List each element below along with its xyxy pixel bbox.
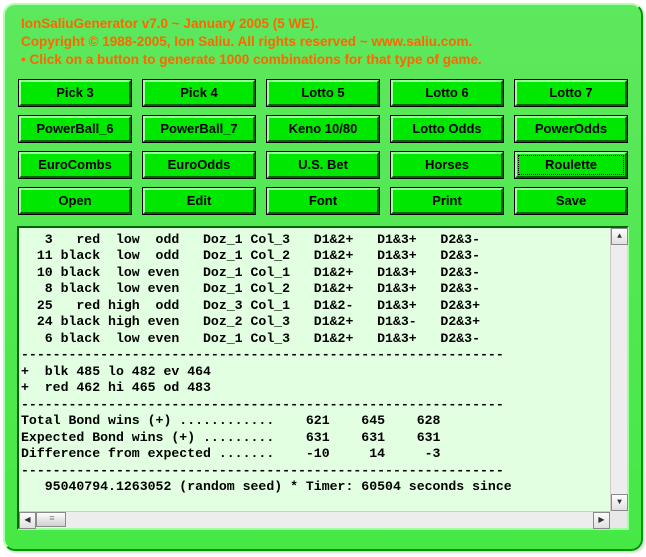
edit-button[interactable]: Edit xyxy=(143,188,255,214)
hscroll-track[interactable] xyxy=(66,512,593,528)
roulette-button[interactable]: Roulette xyxy=(515,152,627,178)
power-odds-button[interactable]: PowerOdds xyxy=(515,116,627,142)
pick-4-button[interactable]: Pick 4 xyxy=(143,80,255,106)
button-grid: Pick 3 Pick 4 Lotto 5 Lotto 6 Lotto 7 Po… xyxy=(17,80,629,214)
powerball-6-button[interactable]: PowerBall_6 xyxy=(19,116,131,142)
lotto-odds-button[interactable]: Lotto Odds xyxy=(391,116,503,142)
euro-odds-button[interactable]: EuroOdds xyxy=(143,152,255,178)
lotto-5-button[interactable]: Lotto 5 xyxy=(267,80,379,106)
hscroll-thumb[interactable]: ≡ xyxy=(36,512,66,527)
horses-button[interactable]: Horses xyxy=(391,152,503,178)
vscroll-track[interactable] xyxy=(611,245,627,494)
euro-combs-button[interactable]: EuroCombs xyxy=(19,152,131,178)
save-button[interactable]: Save xyxy=(515,188,627,214)
header-line-2: Copyright © 1988-2005, Ion Saliu. All ri… xyxy=(21,33,629,51)
app-window: IonSaliuGenerator v7.0 ~ January 2005 (5… xyxy=(3,3,643,551)
open-button[interactable]: Open xyxy=(19,188,131,214)
output-text: 3 red low odd Doz_1 Col_3 D1&2+ D1&3+ D2… xyxy=(19,228,609,510)
print-button[interactable]: Print xyxy=(391,188,503,214)
output-panel: 3 red low odd Doz_1 Col_3 D1&2+ D1&3+ D2… xyxy=(17,226,629,530)
us-bet-button[interactable]: U.S. Bet xyxy=(267,152,379,178)
keno-10-80-button[interactable]: Keno 10/80 xyxy=(267,116,379,142)
header-line-1: IonSaliuGenerator v7.0 ~ January 2005 (5… xyxy=(21,15,629,33)
horizontal-scrollbar[interactable]: ◀ ≡ ▶ xyxy=(19,511,610,528)
scroll-right-icon[interactable]: ▶ xyxy=(593,512,610,529)
lotto-6-button[interactable]: Lotto 6 xyxy=(391,80,503,106)
header-line-3: • Click on a button to generate 1000 com… xyxy=(21,51,629,69)
scroll-up-icon[interactable]: ▲ xyxy=(611,228,628,245)
scroll-down-icon[interactable]: ▼ xyxy=(611,494,628,511)
powerball-7-button[interactable]: PowerBall_7 xyxy=(143,116,255,142)
lotto-7-button[interactable]: Lotto 7 xyxy=(515,80,627,106)
header: IonSaliuGenerator v7.0 ~ January 2005 (5… xyxy=(17,15,629,70)
vertical-scrollbar[interactable]: ▲ ▼ xyxy=(610,228,627,511)
scrollbar-corner xyxy=(610,511,627,528)
font-button[interactable]: Font xyxy=(267,188,379,214)
pick-3-button[interactable]: Pick 3 xyxy=(19,80,131,106)
scroll-left-icon[interactable]: ◀ xyxy=(19,512,36,529)
